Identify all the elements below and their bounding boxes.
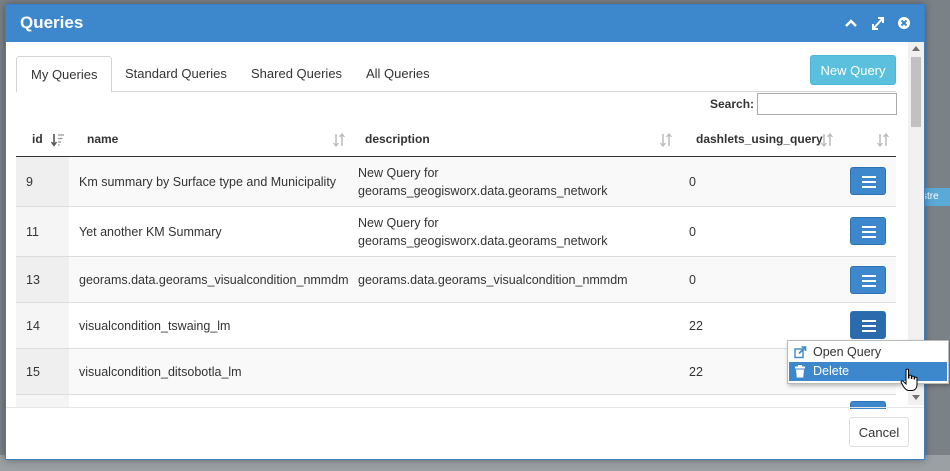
close-circle-icon [898, 17, 910, 29]
search-label: Search: [710, 97, 755, 111]
sort-icon[interactable] [332, 133, 346, 147]
column-header-dashlets[interactable]: dashlets_using_query [696, 123, 823, 156]
row-id: 9 [26, 175, 33, 189]
row-id: 11 [26, 225, 39, 239]
row-dashlets: 0 [689, 225, 696, 239]
table-row[interactable]: 11 Yet another KM Summary New Query for … [16, 207, 896, 257]
table-row[interactable]: 14 visualcondition_tswaing_lm 22 [16, 303, 896, 349]
row-name: Yet another KM Summary [79, 225, 222, 239]
row-id: 14 [26, 319, 40, 333]
dialog-header: Queries [6, 5, 924, 42]
menu-item-delete[interactable]: Delete [789, 362, 947, 381]
new-query-button[interactable]: New Query [810, 55, 896, 85]
row-name: visualcondition_ditsobotla_lm [79, 365, 242, 379]
external-link-icon [794, 346, 807, 359]
row-dashlets: 0 [689, 175, 696, 189]
row-id: 15 [26, 365, 40, 379]
sort-icon[interactable] [876, 133, 890, 147]
table-row[interactable] [16, 395, 896, 409]
cancel-button[interactable]: Cancel [849, 417, 909, 447]
menu-item-label: Open Query [813, 345, 882, 359]
dialog-title: Queries [20, 13, 84, 32]
tab-all-queries[interactable]: All Queries [352, 56, 444, 91]
row-description: New Query for georams_geogisworx.data.ge… [358, 164, 607, 200]
table-header: id name description dashlets_using_query [16, 123, 896, 158]
trash-icon [795, 365, 805, 378]
sort-desc-icon[interactable] [51, 133, 65, 147]
id-cell: 15 [16, 349, 69, 394]
column-header-name[interactable]: name [87, 123, 118, 156]
queries-dialog: Queries My Queries Standard Queries Shar… [5, 4, 925, 460]
column-label-name: name [87, 132, 119, 146]
row-description-line: New Query for [358, 166, 439, 180]
sort-icon[interactable] [659, 133, 673, 147]
tab-standard-queries[interactable]: Standard Queries [111, 56, 241, 91]
row-context-menu: Open Query Delete [787, 340, 949, 384]
menu-item-label: Delete [813, 364, 850, 378]
column-header-id[interactable]: id [32, 123, 43, 156]
row-actions-button[interactable] [850, 167, 886, 195]
row-description-line: georams_geogisworx.data.georams_network [358, 184, 608, 198]
row-name: georams.data.georams_visualcondition_nmm… [79, 273, 349, 287]
row-dashlets: 22 [689, 365, 703, 379]
id-cell: 13 [16, 257, 69, 302]
hamburger-icon [862, 176, 876, 188]
column-label-id: id [32, 132, 43, 146]
table-row[interactable]: 15 visualcondition_ditsobotla_lm 22 [16, 349, 896, 395]
id-cell: 9 [16, 157, 69, 206]
row-description-line: New Query for [358, 216, 439, 230]
row-actions-button[interactable] [850, 217, 886, 245]
tabs-divider [16, 91, 896, 92]
scroll-down-icon[interactable] [912, 395, 920, 400]
row-actions-button[interactable] [850, 311, 886, 339]
row-description: georams.data.georams_visualcondition_nmm… [358, 273, 628, 287]
search-input[interactable] [757, 93, 897, 115]
expand-icon [872, 17, 884, 30]
footer-divider [6, 407, 924, 408]
scroll-up-icon[interactable] [912, 46, 920, 51]
table-row[interactable]: 13 georams.data.georams_visualcondition_… [16, 257, 896, 303]
column-header-description[interactable]: description [365, 123, 430, 156]
column-label-description: description [365, 132, 430, 146]
row-dashlets: 22 [689, 319, 703, 333]
close-button[interactable] [897, 13, 915, 33]
id-cell [16, 395, 69, 407]
hand-cursor-icon [900, 368, 918, 391]
row-dashlets: 0 [689, 273, 696, 287]
menu-item-open-query[interactable]: Open Query [789, 343, 947, 362]
tab-my-queries[interactable]: My Queries [16, 56, 113, 93]
row-description: New Query for georams_geogisworx.data.ge… [358, 214, 607, 250]
tab-shared-queries[interactable]: Shared Queries [237, 56, 356, 91]
collapse-button[interactable] [844, 13, 862, 33]
row-name: Km summary by Surface type and Municipal… [79, 175, 337, 189]
id-cell: 11 [16, 207, 69, 256]
table-row[interactable]: 9 Km summary by Surface type and Municip… [16, 157, 896, 207]
row-description-line: georams_geogisworx.data.georams_network [358, 234, 608, 248]
scroll-thumb[interactable] [911, 57, 921, 127]
row-id: 13 [26, 273, 40, 287]
column-label-dashlets: dashlets_using_query [696, 132, 823, 146]
hamburger-icon [862, 226, 876, 238]
row-name: visualcondition_tswaing_lm [79, 319, 231, 333]
maximize-button[interactable] [870, 13, 888, 33]
hamburger-icon [862, 275, 876, 287]
sort-icon[interactable] [820, 133, 834, 147]
row-actions-button[interactable] [850, 266, 886, 294]
id-cell: 14 [16, 303, 69, 348]
chevron-up-icon [845, 19, 857, 27]
hamburger-icon [862, 320, 876, 332]
